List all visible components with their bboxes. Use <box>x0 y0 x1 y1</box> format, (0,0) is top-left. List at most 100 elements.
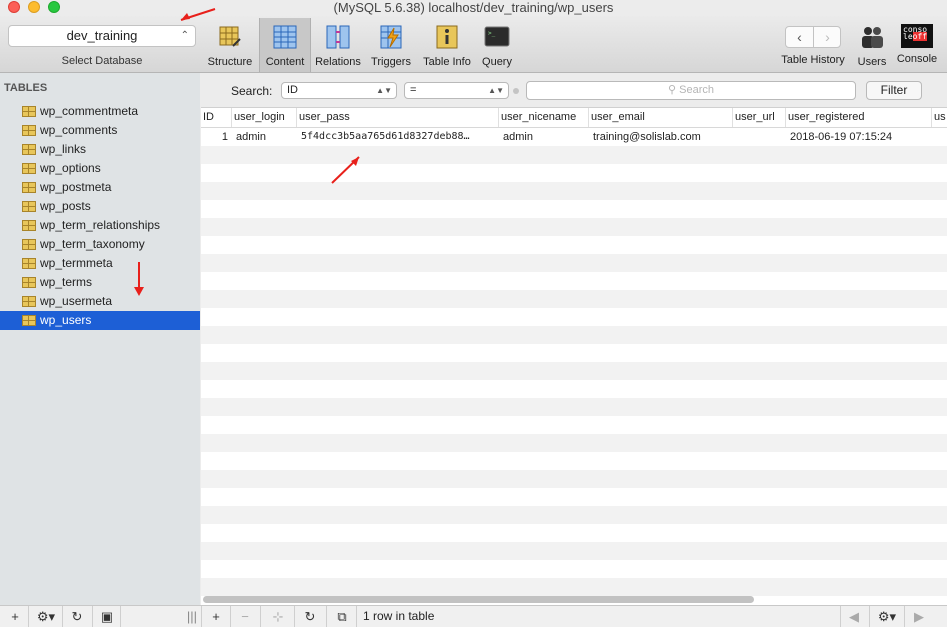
table-info-icon <box>436 25 458 49</box>
table-item-label: wp_term_relationships <box>40 218 161 232</box>
table-item-label: wp_comments <box>40 123 118 137</box>
filter-bar: Search: ID ▲▼ = ▲▼ ⚲ Search Filter <box>201 73 947 108</box>
query-label: Query <box>482 56 512 68</box>
console-icon-text-2a: le <box>903 32 913 41</box>
add-table-button[interactable]: + <box>4 606 26 627</box>
cell-user_registered[interactable]: 2018-06-19 07:15:24 <box>790 128 930 146</box>
column-header-user_registered[interactable]: user_registered <box>786 108 932 127</box>
table-info-toggle-icon[interactable]: ▣ <box>96 606 118 627</box>
empty-row <box>201 452 947 470</box>
divider <box>62 606 63 627</box>
content-gear-icon[interactable]: ⚙▾ <box>873 606 901 627</box>
table-icon <box>22 163 36 174</box>
divider <box>92 606 93 627</box>
search-placeholder: Search <box>679 84 714 96</box>
table-item-wp_comments[interactable]: wp_comments <box>0 121 200 140</box>
select-database-label: Select Database <box>61 55 143 67</box>
console-icon-text-2: leoff <box>903 32 933 41</box>
table-item-wp_term_relationships[interactable]: wp_term_relationships <box>0 216 200 235</box>
table-item-wp_commentmeta[interactable]: wp_commentmeta <box>0 102 200 121</box>
table-item-wp_term_taxonomy[interactable]: wp_term_taxonomy <box>0 235 200 254</box>
empty-row <box>201 578 947 596</box>
column-header-user_nicename[interactable]: user_nicename <box>499 108 589 127</box>
table-actions-gear-icon[interactable]: ⚙▾ <box>32 606 60 627</box>
users-button[interactable]: Users <box>854 18 890 72</box>
triggers-label: Triggers <box>371 56 411 68</box>
content-icon <box>273 25 297 49</box>
table-item-wp_options[interactable]: wp_options <box>0 159 200 178</box>
triggers-button[interactable]: Triggers <box>367 18 415 72</box>
table-item-wp_postmeta[interactable]: wp_postmeta <box>0 178 200 197</box>
empty-row <box>201 362 947 380</box>
console-label: Console <box>896 53 938 65</box>
content-button[interactable]: Content <box>259 18 311 72</box>
database-select[interactable]: dev_training ⌃ <box>8 25 196 47</box>
splitter-handle-icon[interactable]: ||| <box>184 606 200 627</box>
column-header-user_login[interactable]: user_login <box>232 108 297 127</box>
cell-us[interactable] <box>936 128 947 146</box>
next-page-icon[interactable]: ▶ <box>908 606 930 627</box>
empty-row <box>201 308 947 326</box>
cell-user_login[interactable]: admin <box>236 128 295 146</box>
table-item-wp_termmeta[interactable]: wp_termmeta <box>0 254 200 273</box>
column-header-user_email[interactable]: user_email <box>589 108 733 127</box>
bottom-bar: + ⚙▾ ↻ ▣ ||| + − ⊹ ↻ ⧉ 1 row in table ◀ … <box>0 605 947 627</box>
divider <box>326 606 327 627</box>
refresh-content-icon[interactable]: ↻ <box>298 606 322 627</box>
remove-row-button[interactable]: − <box>234 606 256 627</box>
query-button[interactable]: >_ Query <box>478 18 516 72</box>
cell-user_pass[interactable]: 5f4dcc3b5aa765d61d8327deb88… <box>301 128 497 146</box>
forward-arrow-icon[interactable]: › <box>814 27 841 47</box>
content-grid[interactable]: ID user_login user_pass user_nicename user_e… <box>201 108 947 598</box>
horizontal-scrollbar[interactable] <box>203 596 754 603</box>
table-item-wp_posts[interactable]: wp_posts <box>0 197 200 216</box>
window-title: (MySQL 5.6.38) localhost/dev_training/wp… <box>333 0 614 15</box>
column-header-ID[interactable]: ID <box>201 108 232 127</box>
column-header-user_url[interactable]: user_url <box>733 108 786 127</box>
relations-button[interactable]: Relations <box>312 18 364 72</box>
table-row[interactable]: 1 admin 5f4dcc3b5aa765d61d8327deb88… admin t… <box>201 128 947 146</box>
add-row-button[interactable]: + <box>205 606 227 627</box>
table-item-wp_users[interactable]: wp_users <box>0 311 200 330</box>
console-button[interactable]: conso leoff Console <box>894 18 940 72</box>
search-operator-select[interactable]: = ▲▼ <box>404 82 509 99</box>
filter-button[interactable]: Filter <box>866 81 922 100</box>
table-item-wp_usermeta[interactable]: wp_usermeta <box>0 292 200 311</box>
table-icon <box>22 125 36 136</box>
duplicate-row-icon[interactable]: ⊹ <box>266 606 290 627</box>
column-header-user_pass[interactable]: user_pass <box>297 108 499 127</box>
empty-row <box>201 380 947 398</box>
refresh-tables-icon[interactable]: ↻ <box>66 606 88 627</box>
search-field-select[interactable]: ID ▲▼ <box>281 82 397 99</box>
table-item-wp_links[interactable]: wp_links <box>0 140 200 159</box>
toolbar: dev_training ⌃ Select Database Structure… <box>0 16 947 73</box>
search-input[interactable]: ⚲ Search <box>526 81 856 100</box>
search-label: Search: <box>231 84 273 98</box>
table-item-wp_terms[interactable]: wp_terms <box>0 273 200 292</box>
chevron-updown-icon: ⌃ <box>180 30 189 41</box>
query-icon: >_ <box>484 26 510 47</box>
empty-row <box>201 524 947 542</box>
table-icon <box>22 296 36 307</box>
back-arrow-icon[interactable]: ‹ <box>786 27 814 47</box>
cell-user_nicename[interactable]: admin <box>503 128 587 146</box>
column-header-us[interactable]: us <box>932 108 947 127</box>
table-item-label: wp_users <box>40 313 92 327</box>
structure-button[interactable]: Structure <box>203 18 257 72</box>
table-icon <box>22 315 36 326</box>
export-icon[interactable]: ⧉ <box>330 606 354 627</box>
cell-ID[interactable]: 1 <box>201 128 228 146</box>
table-info-label: Table Info <box>423 56 471 68</box>
divider <box>840 606 841 627</box>
empty-row <box>201 164 947 182</box>
cell-user_url[interactable] <box>737 128 784 146</box>
cell-user_email[interactable]: training@solislab.com <box>593 128 731 146</box>
empty-row <box>201 146 947 164</box>
magnifier-icon: ⚲ <box>668 84 677 96</box>
search-field-value: ID <box>287 84 298 96</box>
table-item-label: wp_terms <box>40 275 93 289</box>
table-item-label: wp_links <box>40 142 87 156</box>
users-icon <box>862 27 883 48</box>
table-info-button[interactable]: Table Info <box>420 18 474 72</box>
previous-page-icon[interactable]: ◀ <box>843 606 865 627</box>
